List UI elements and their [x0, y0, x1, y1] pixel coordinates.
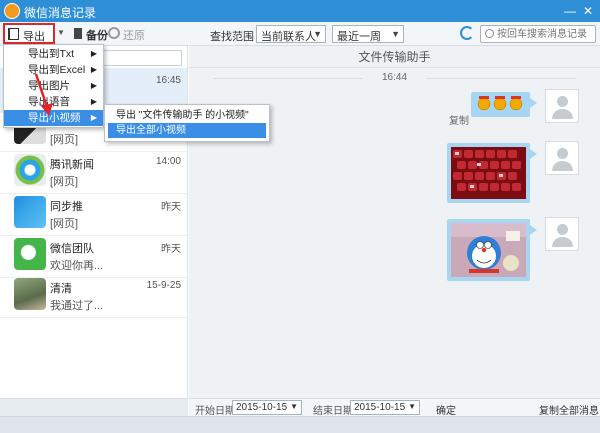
avatar [14, 154, 46, 186]
contact-last-message: [网页] [50, 218, 79, 230]
avatar [14, 238, 46, 270]
contact-name: 同步推 [50, 201, 83, 213]
export-label: 导出 [23, 31, 45, 43]
export-button[interactable]: 导出 [3, 23, 55, 44]
period-value: 最近一周 [337, 31, 381, 43]
contact-last-message: 我通过了... [50, 300, 104, 312]
chevron-right-icon: ▶ [90, 81, 97, 90]
start-date-picker[interactable]: 2015-10-15 ▼ [232, 400, 302, 415]
avatar [14, 278, 46, 310]
menu-item-label: 导出到Txt [28, 48, 75, 60]
export-video-submenu: 导出 "文件传输助手 的小视频" 导出全部小视频 [104, 104, 270, 142]
status-bar [0, 416, 600, 433]
annotation-arrow-icon [34, 73, 53, 116]
contact-last-message: 欢迎你再... [50, 260, 104, 272]
contact-scope-select[interactable]: 当前联系人 ▼ [256, 25, 326, 43]
emoji-icon [477, 96, 523, 111]
chevron-right-icon: ▶ [90, 97, 97, 106]
contact-date: 15-9-25 [146, 280, 181, 291]
contact-item-wechat-team[interactable]: 微信团队 昨天 欢迎你再... [0, 233, 187, 278]
menu-item-export-txt[interactable]: 导出到Txt ▶ [4, 46, 103, 62]
chevron-right-icon: ▶ [90, 65, 97, 74]
image-message-bubble[interactable] [447, 143, 537, 203]
end-date-label: 结束日期 [313, 406, 353, 417]
window-title: 微信消息记录 [24, 6, 97, 20]
chevron-right-icon: ▶ [90, 113, 97, 122]
left-footer [0, 398, 188, 416]
end-date-picker[interactable]: 2015-10-15 ▼ [350, 400, 420, 415]
copy-message-link[interactable]: 复制 [449, 112, 469, 127]
contact-name: 腾讯新闻 [50, 159, 94, 171]
chevron-down-icon: ▼ [408, 402, 416, 411]
end-date-value: 2015-10-15 [354, 402, 406, 413]
chevron-down-icon: ▼ [313, 29, 322, 39]
submenu-item-export-all-video[interactable]: 导出全部小视频 [108, 123, 266, 138]
emoji-message-bubble[interactable] [471, 92, 537, 117]
contact-date: 昨天 [161, 202, 181, 213]
start-date-value: 2015-10-15 [236, 402, 288, 413]
export-icon [8, 28, 19, 40]
period-select[interactable]: 最近一周 ▼ [332, 25, 404, 43]
minimize-button[interactable]: — [562, 3, 578, 19]
doraemon-image [451, 223, 526, 277]
contact-date: 昨天 [161, 244, 181, 255]
chevron-right-icon: ▶ [90, 49, 97, 58]
refresh-icon[interactable] [460, 26, 474, 40]
backup-button[interactable]: 备份 [86, 27, 108, 43]
keyboard-image [451, 147, 526, 199]
copy-all-button[interactable]: 复制全部消息 [539, 402, 599, 417]
toolbar: 导出 ▼ 备份 还原 查找范围： 当前联系人 ▼ 最近一周 ▼ [0, 22, 600, 46]
right-footer: 开始日期 2015-10-15 ▼ 结束日期 2015-10-15 ▼ 确定 复制全… [189, 398, 600, 417]
start-date-label: 开始日期 [195, 406, 235, 417]
export-dropdown-icon[interactable]: ▼ [57, 28, 65, 37]
my-avatar [545, 217, 579, 251]
avatar [14, 196, 46, 228]
submenu-item-export-current-video[interactable]: 导出 "文件传输助手 的小视频" [108, 108, 266, 123]
close-button[interactable]: ✕ [580, 3, 596, 19]
contact-date: 14:00 [155, 156, 181, 167]
app-logo-icon [4, 3, 20, 19]
image-message-bubble[interactable] [447, 219, 537, 281]
search-box[interactable] [480, 25, 596, 43]
chat-panel: 文件传输助手 16:44 复制 [189, 46, 600, 398]
message-time: 16:44 [189, 72, 600, 83]
my-avatar [545, 141, 579, 175]
contact-scope-value: 当前联系人 [261, 31, 316, 43]
chevron-down-icon: ▼ [290, 402, 298, 411]
my-avatar [545, 89, 579, 123]
contact-date: 16:45 [155, 75, 181, 86]
backup-icon[interactable] [74, 28, 82, 39]
search-icon [485, 29, 494, 38]
chevron-down-icon: ▼ [391, 29, 400, 39]
date-filter-bar: 开始日期 2015-10-15 ▼ 结束日期 2015-10-15 ▼ 确定 复制全… [0, 398, 600, 417]
chat-title: 文件传输助手 [189, 46, 600, 68]
contact-last-message: [网页] [50, 134, 79, 146]
confirm-button[interactable]: 确定 [436, 402, 456, 417]
restore-icon[interactable] [108, 27, 120, 39]
title-bar: 微信消息记录 — ✕ [0, 0, 600, 22]
contact-item-tongbutui[interactable]: 同步推 昨天 [网页] [0, 191, 187, 236]
contact-item-tencent-news[interactable]: 腾讯新闻 14:00 [网页] [0, 149, 187, 194]
contact-name: 清清 [50, 283, 72, 295]
contact-item-qingqing[interactable]: 清清 15-9-25 我通过了... [0, 273, 187, 318]
search-input[interactable] [497, 27, 593, 41]
restore-button[interactable]: 还原 [123, 27, 145, 43]
contact-name: 微信团队 [50, 243, 94, 255]
contact-last-message: [网页] [50, 176, 79, 188]
